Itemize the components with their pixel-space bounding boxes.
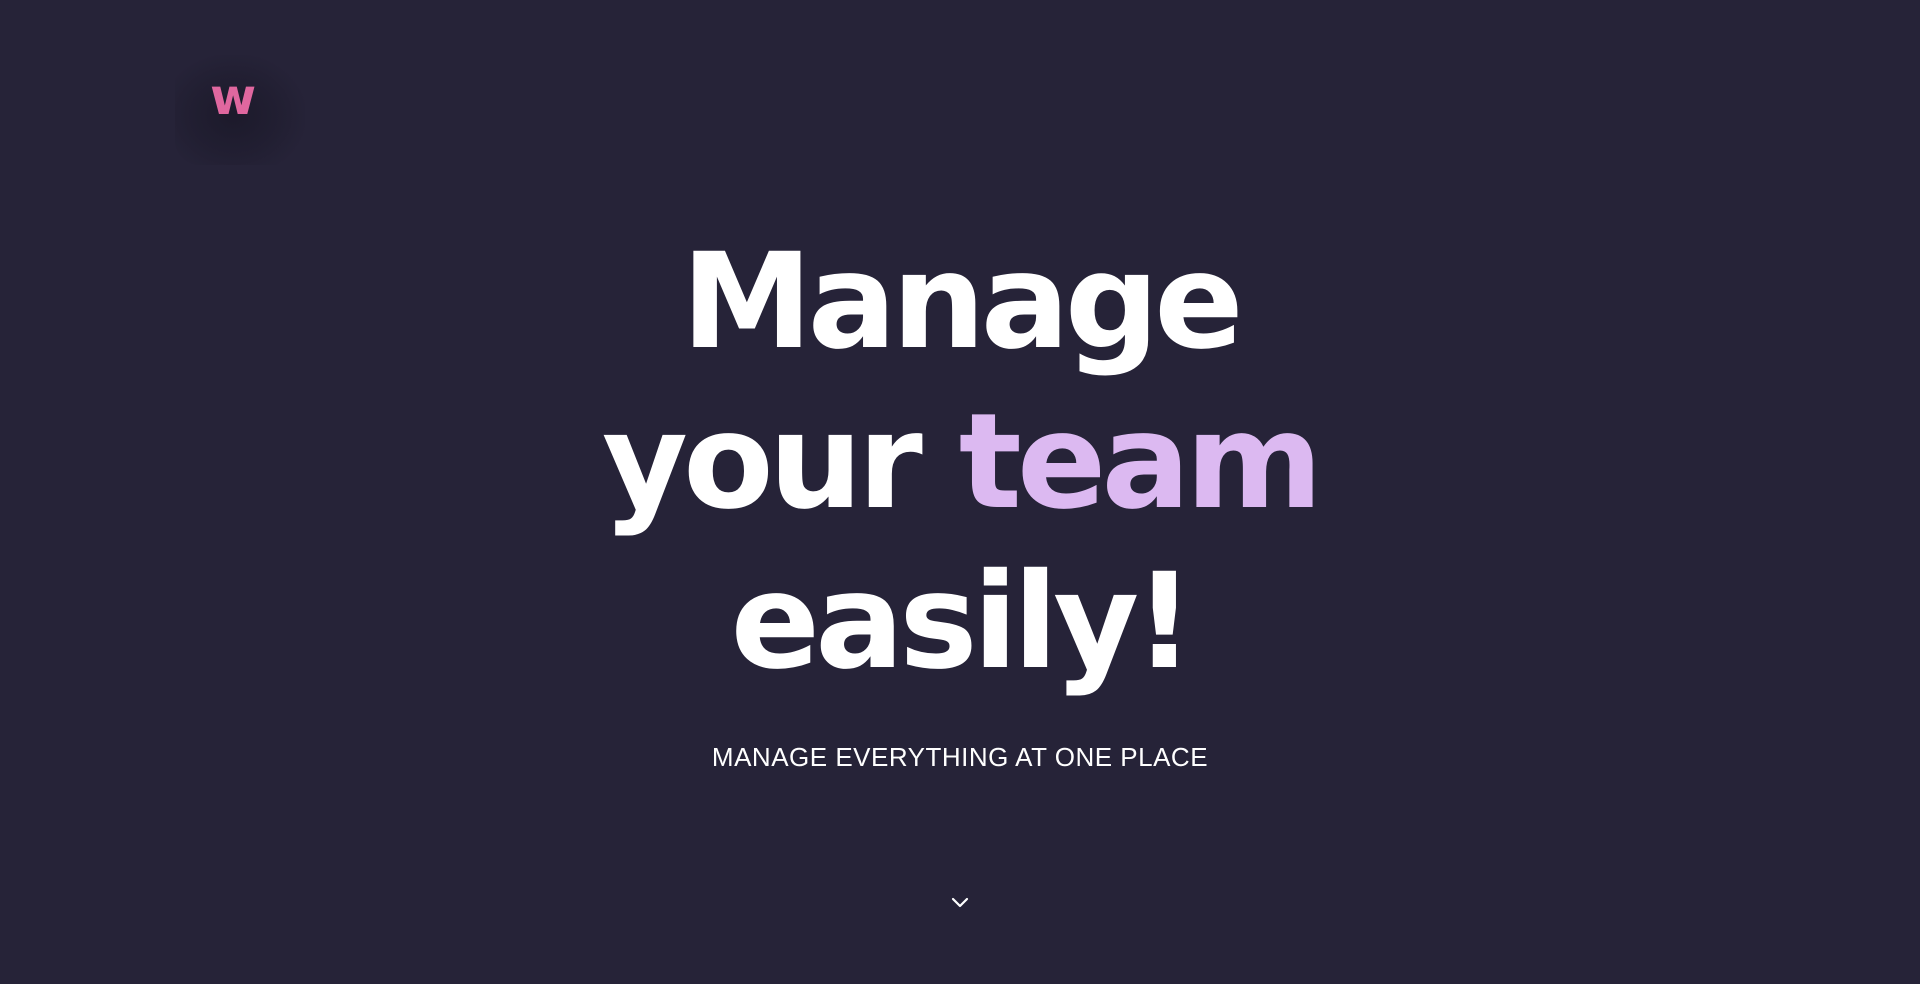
headline-line-2-start: your bbox=[601, 385, 959, 539]
landing-page: w Manage your team easily! MANAGE EVERYT… bbox=[0, 0, 1920, 984]
hero-subtitle: MANAGE EVERYTHING AT ONE PLACE bbox=[711, 742, 1209, 772]
headline-line-1: Manage bbox=[681, 225, 1243, 379]
hero-headline: Manage your team easily! bbox=[0, 222, 1920, 702]
hero-section: Manage your team easily! MANAGE EVERYTHI… bbox=[0, 222, 1920, 773]
headline-accent-word: team bbox=[958, 385, 1323, 539]
scroll-down-button[interactable] bbox=[947, 890, 973, 916]
chevron-down-icon bbox=[951, 897, 969, 908]
brand-logo[interactable]: w bbox=[210, 72, 256, 122]
headline-line-3: easily! bbox=[730, 545, 1195, 699]
